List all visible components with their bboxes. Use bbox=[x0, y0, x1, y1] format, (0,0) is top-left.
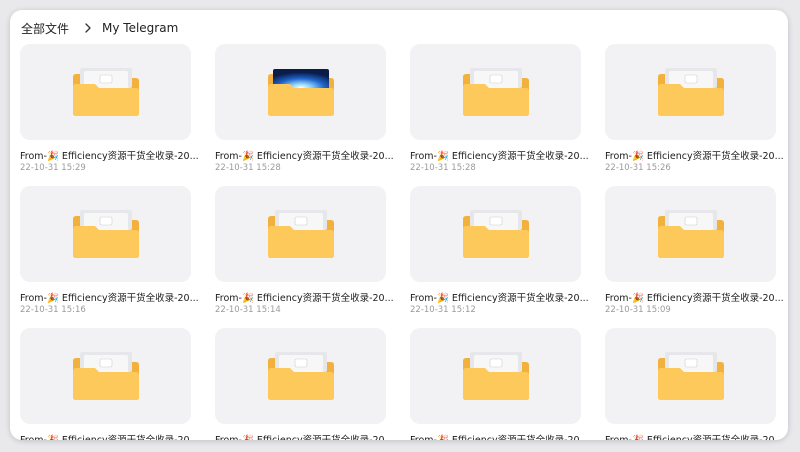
file-tile[interactable]: From-🎉 Efficiency资源干货全收录-20... 22-10-31 1… bbox=[605, 186, 784, 315]
file-tile[interactable]: From-🎉 Efficiency资源干货全收录-20... 22-10-31 1… bbox=[410, 186, 589, 315]
file-name: From-🎉 Efficiency资源干货全收录-20... bbox=[605, 293, 784, 304]
file-date: 22-10-31 15:09 bbox=[605, 305, 671, 315]
file-name: From-🎉 Efficiency资源干货全收录-20... bbox=[605, 151, 784, 162]
file-name: From-🎉 Efficiency资源干货全收录-20... bbox=[215, 293, 394, 304]
file-tile[interactable]: From-🎉 Efficiency资源干货全收录-20... bbox=[215, 328, 394, 440]
file-thumbnail[interactable] bbox=[605, 328, 776, 424]
folder-icon bbox=[462, 352, 529, 400]
file-thumbnail[interactable] bbox=[410, 328, 581, 424]
folder-icon bbox=[462, 210, 529, 258]
file-date: 22-10-31 15:14 bbox=[215, 305, 281, 315]
file-thumbnail[interactable] bbox=[605, 44, 776, 140]
file-tile[interactable]: From-🎉 Efficiency资源干货全收录-20... bbox=[410, 328, 589, 440]
folder-icon bbox=[72, 68, 139, 116]
breadcrumb: 全部文件 My Telegram bbox=[21, 19, 178, 37]
file-name: From-🎉 Efficiency资源干货全收录-20... bbox=[410, 432, 590, 440]
breadcrumb-root-link[interactable]: 全部文件 bbox=[21, 20, 69, 37]
folder-icon bbox=[657, 68, 724, 116]
folder-icon bbox=[72, 352, 139, 400]
file-name: From-🎉 Efficiency资源干货全收录-20... bbox=[605, 432, 785, 440]
breadcrumb-current: My Telegram bbox=[102, 21, 179, 35]
file-date: 22-10-31 15:28 bbox=[215, 163, 281, 173]
file-name: From-🎉 Efficiency资源干货全收录-20... bbox=[20, 432, 200, 440]
file-tile[interactable]: From-🎉 Efficiency资源干货全收录-20... 22-10-31 1… bbox=[215, 186, 394, 315]
file-date: 22-10-31 15:29 bbox=[20, 163, 86, 173]
file-name: From-🎉 Efficiency资源干货全收录-20... bbox=[410, 151, 589, 162]
file-tile[interactable]: From-🎉 Efficiency资源干货全收录-20... 22-10-31 1… bbox=[410, 44, 589, 173]
file-tile[interactable]: From-🎉 Efficiency资源干货全收录-20... 22-10-31 1… bbox=[215, 44, 394, 173]
file-thumbnail[interactable] bbox=[20, 44, 191, 140]
file-thumbnail[interactable] bbox=[215, 186, 386, 282]
file-thumbnail[interactable] bbox=[215, 44, 386, 140]
file-thumbnail[interactable] bbox=[20, 328, 191, 424]
folder-icon bbox=[657, 210, 724, 258]
file-date: 22-10-31 15:26 bbox=[605, 163, 671, 173]
file-browser-window: 全部文件 My Telegram From-🎉 Efficiency资源干货全收… bbox=[10, 10, 788, 440]
file-name: From-🎉 Efficiency资源干货全收录-20... bbox=[215, 432, 395, 440]
file-tile[interactable]: From-🎉 Efficiency资源干货全收录-20... bbox=[20, 328, 199, 440]
file-tile[interactable]: From-🎉 Efficiency资源干货全收录-20... bbox=[605, 328, 784, 440]
file-thumbnail[interactable] bbox=[605, 186, 776, 282]
file-tile[interactable]: From-🎉 Efficiency资源干货全收录-20... 22-10-31 1… bbox=[20, 44, 199, 173]
file-tile[interactable]: From-🎉 Efficiency资源干货全收录-20... 22-10-31 1… bbox=[605, 44, 784, 173]
file-thumbnail[interactable] bbox=[410, 186, 581, 282]
file-name: From-🎉 Efficiency资源干货全收录-20... bbox=[20, 151, 199, 162]
file-date: 22-10-31 15:28 bbox=[410, 163, 476, 173]
folder-icon bbox=[657, 352, 724, 400]
file-thumbnail[interactable] bbox=[20, 186, 191, 282]
folder-icon bbox=[267, 69, 334, 116]
folder-icon bbox=[462, 68, 529, 116]
file-grid: From-🎉 Efficiency资源干货全收录-20... 22-10-31 1… bbox=[20, 44, 784, 440]
file-thumbnail[interactable] bbox=[410, 44, 581, 140]
file-name: From-🎉 Efficiency资源干货全收录-20... bbox=[20, 293, 199, 304]
file-name: From-🎉 Efficiency资源干货全收录-20... bbox=[215, 151, 394, 162]
file-date: 22-10-31 15:12 bbox=[410, 305, 476, 315]
folder-icon bbox=[267, 352, 334, 400]
file-date: 22-10-31 15:16 bbox=[20, 305, 86, 315]
folder-icon bbox=[267, 210, 334, 258]
folder-icon bbox=[72, 210, 139, 258]
file-tile[interactable]: From-🎉 Efficiency资源干货全收录-20... 22-10-31 1… bbox=[20, 186, 199, 315]
file-thumbnail[interactable] bbox=[215, 328, 386, 424]
file-name: From-🎉 Efficiency资源干货全收录-20... bbox=[410, 293, 589, 304]
chevron-right-icon bbox=[85, 23, 91, 33]
